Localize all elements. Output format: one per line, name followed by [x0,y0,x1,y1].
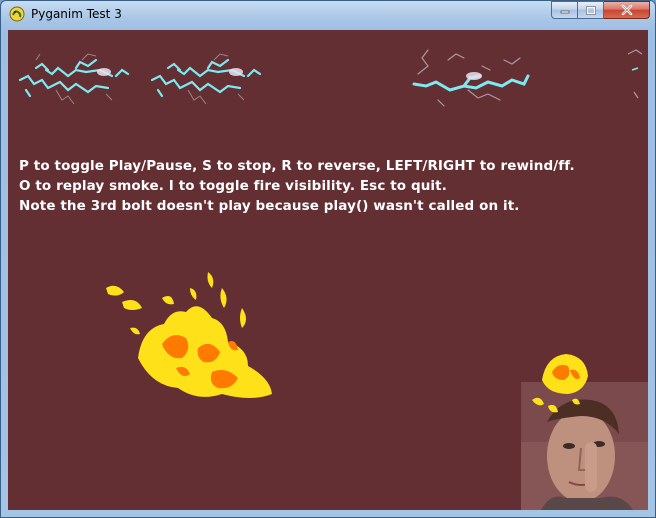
minimize-icon [560,10,569,14]
python-snake-icon [9,6,25,22]
lightning-bolt-1 [18,53,130,105]
lightning-bolt-2 [150,53,262,105]
caption-buttons [551,1,650,20]
minimize-button[interactable] [551,1,578,19]
fire-sprite-small [532,354,588,413]
instructions-text: P to toggle Play/Pause, S to stop, R to … [19,156,575,216]
title-bar[interactable]: Pyganim Test 3 [1,1,655,29]
maximize-icon [585,5,596,15]
instruction-line-1: P to toggle Play/Pause, S to stop, R to … [19,158,575,174]
instruction-line-2: O to replay smoke. I to toggle fire visi… [19,178,447,194]
instruction-line-3: Note the 3rd bolt doesn't play because p… [19,198,520,214]
fire-sprite [106,272,272,398]
close-button[interactable] [604,1,650,19]
lightning-bolt-3 [412,49,530,107]
lightning-bolt-4 [627,49,643,99]
close-icon [621,5,632,15]
app-window: Pyganim Test 3 P to toggle Play/Pause, S… [0,0,656,518]
window-title: Pyganim Test 3 [31,7,122,21]
maximize-button[interactable] [578,1,604,19]
game-canvas[interactable]: P to toggle Play/Pause, S to stop, R to … [8,30,648,510]
